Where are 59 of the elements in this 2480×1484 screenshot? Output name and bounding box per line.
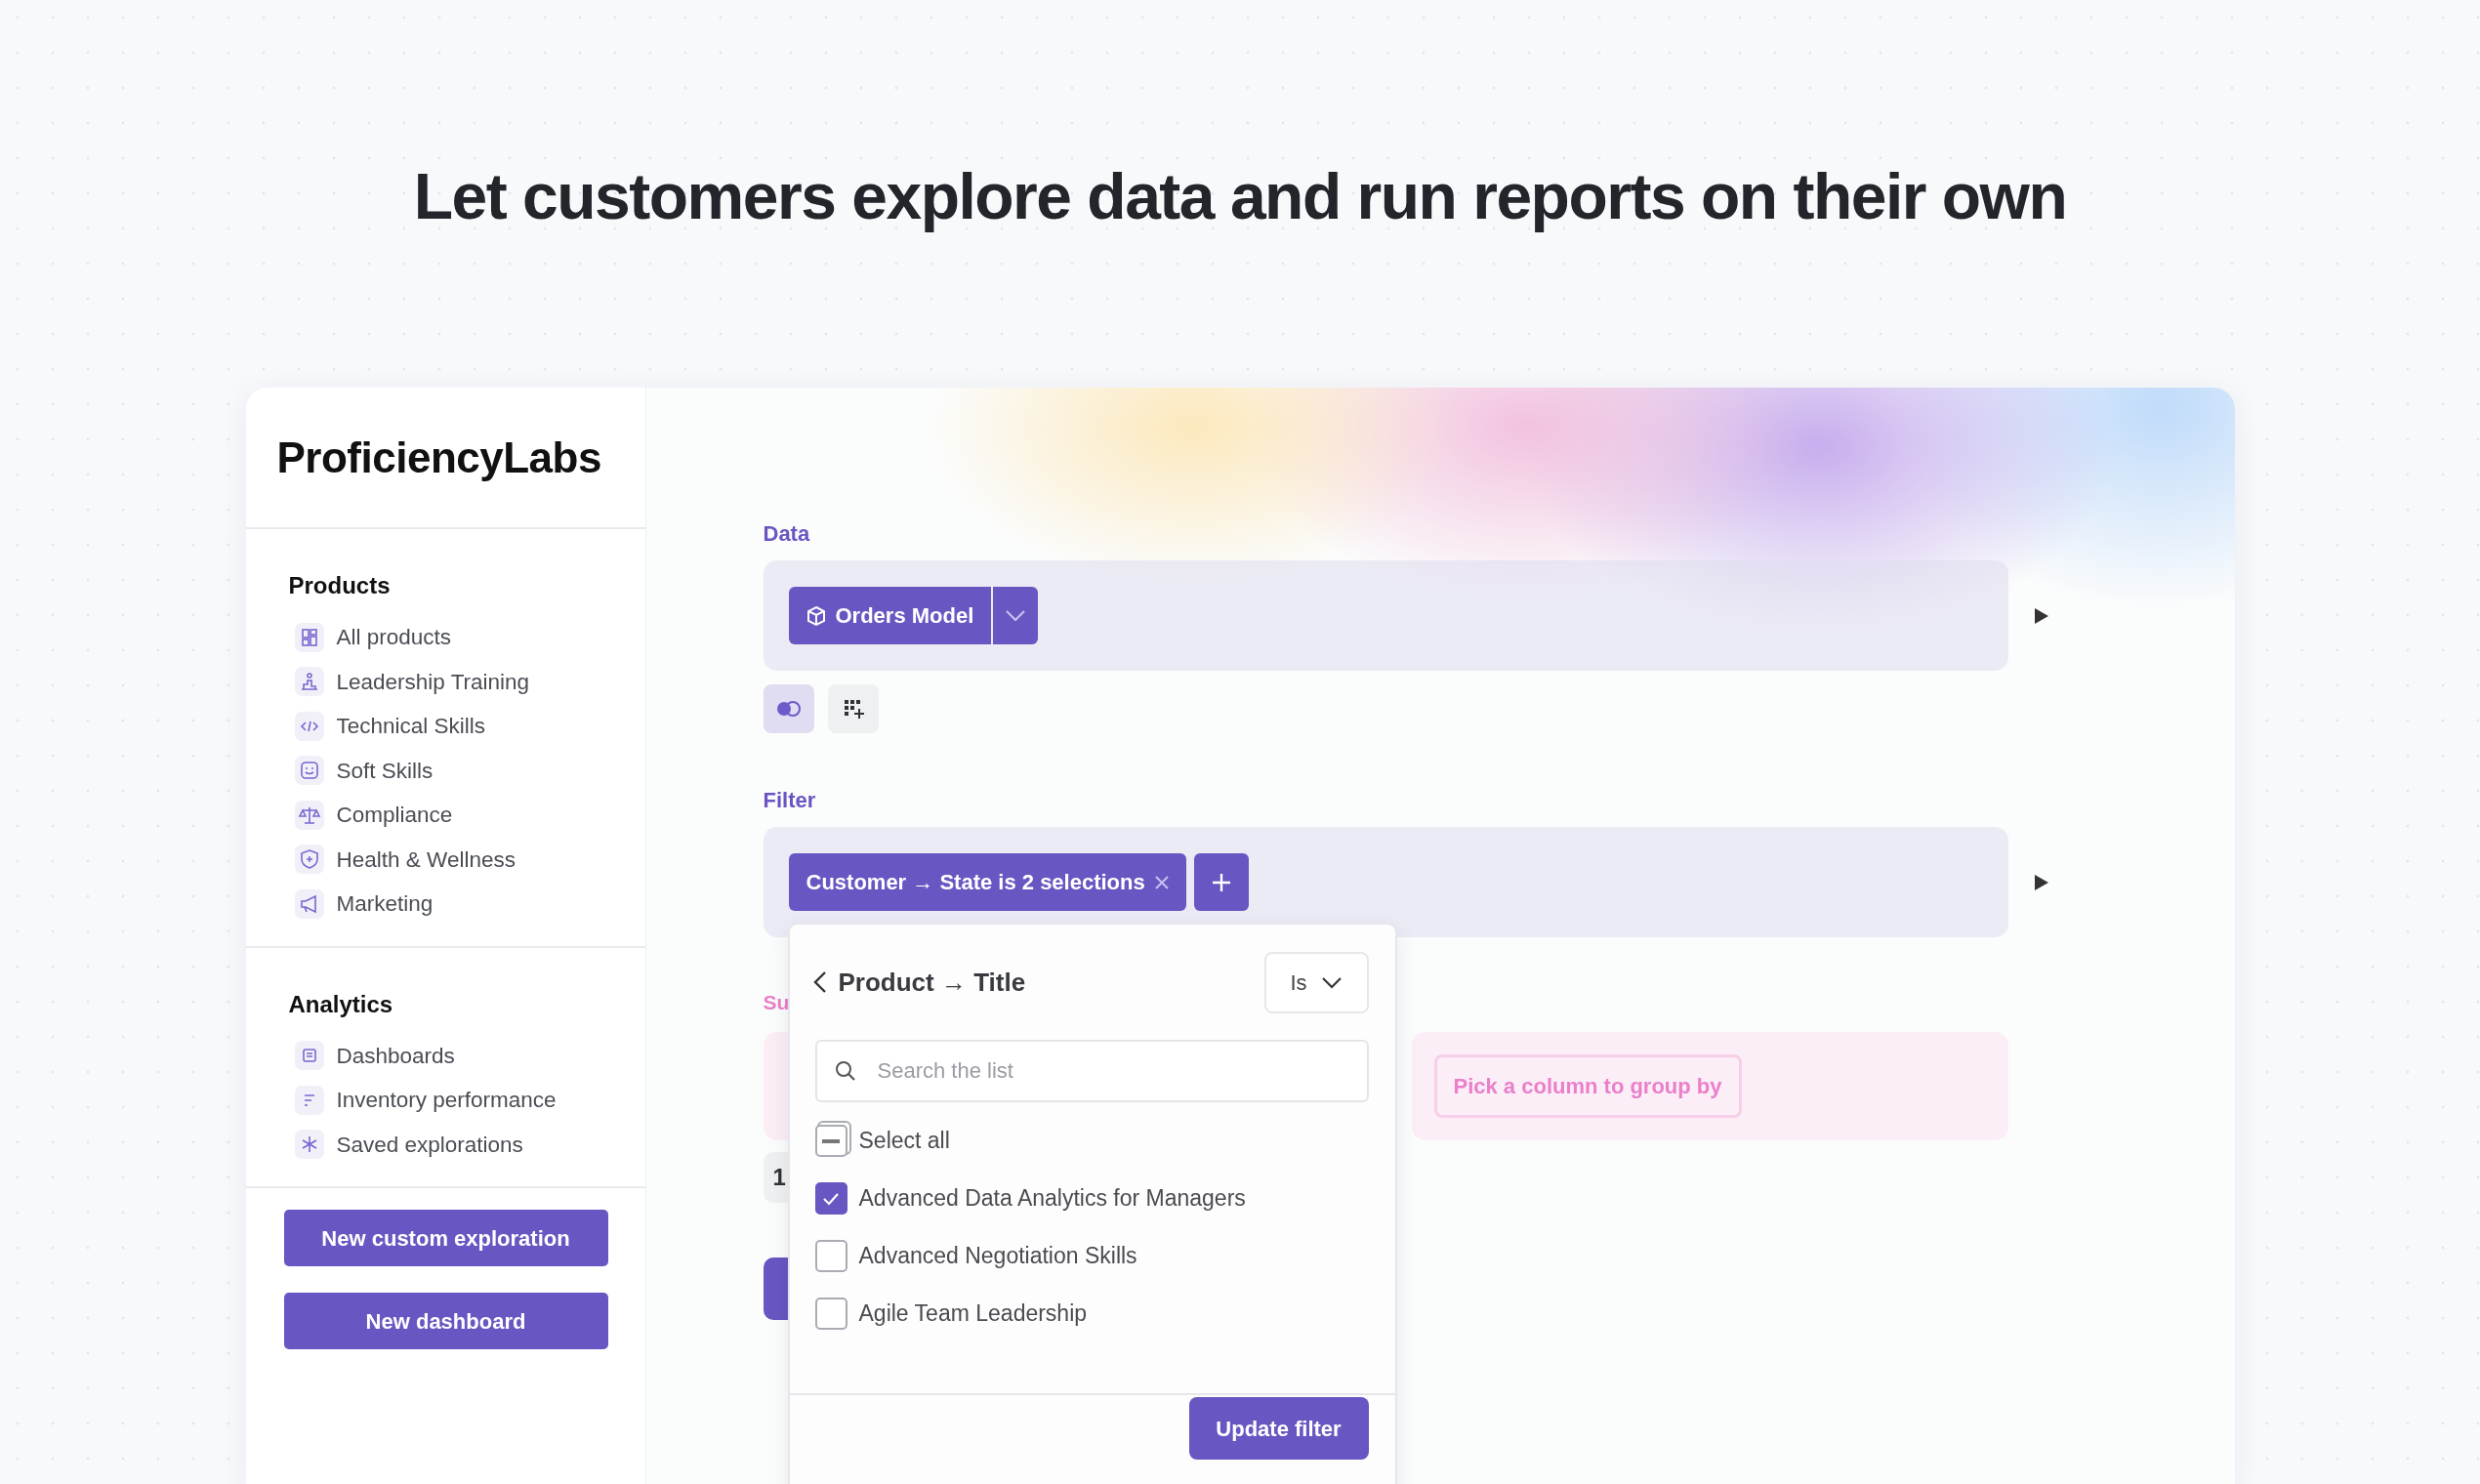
podium-icon — [294, 667, 324, 697]
checkbox-option[interactable]: Advanced Negotiation Skills — [814, 1227, 1370, 1286]
update-filter-button[interactable]: Update filter — [1188, 1397, 1369, 1461]
brand-logo: ProficiencyLabs — [276, 432, 601, 483]
operator-dropdown[interactable]: Is — [1263, 951, 1369, 1013]
shield-icon — [294, 845, 324, 875]
sidebar-item[interactable]: Compliance — [294, 793, 645, 838]
asterisk-icon — [294, 1130, 324, 1160]
back-icon[interactable] — [812, 970, 827, 995]
checkbox-option[interactable]: Agile Team Leadership — [814, 1285, 1370, 1343]
cube-icon — [806, 604, 826, 627]
sidebar-item[interactable]: Technical Skills — [294, 704, 645, 749]
dropdown-button[interactable] — [993, 587, 1039, 645]
search-field[interactable]: Search the list — [814, 1040, 1369, 1103]
chevron-down-icon — [1320, 975, 1343, 989]
section-heading: Analytics — [288, 989, 394, 1019]
smile-icon — [294, 756, 324, 786]
sidebar-item[interactable]: Health & Wellness — [294, 837, 645, 883]
play-icon[interactable] — [2033, 606, 2049, 625]
sidebar-item[interactable]: Dashboards — [294, 1033, 645, 1079]
checkbox[interactable] — [814, 1298, 847, 1331]
chevron-down-icon — [1005, 608, 1027, 623]
circles-icon — [774, 700, 803, 719]
data-source-button[interactable]: Orders Model — [788, 587, 992, 645]
sidebar-item[interactable]: Soft Skills — [294, 748, 645, 794]
headline: Let customers explore data and run reports on their own — [412, 159, 2068, 234]
checkbox[interactable] — [814, 1182, 847, 1216]
grid-plus-icon — [842, 698, 864, 721]
scale-icon — [294, 800, 324, 830]
close-icon[interactable] — [1154, 875, 1169, 889]
row-value: 1 — [772, 1163, 786, 1193]
sidebar-item[interactable]: Leadership Training — [294, 659, 645, 705]
plus-icon — [1210, 871, 1232, 893]
join-toggle[interactable] — [763, 684, 814, 734]
grid-icon — [294, 622, 324, 652]
check-icon — [822, 1191, 840, 1206]
sidebar-item[interactable]: All products — [294, 615, 645, 660]
section-label: Filter — [763, 788, 817, 814]
checkbox-option[interactable]: Advanced Data Analytics for Managers — [814, 1170, 1370, 1228]
megaphone-icon — [294, 888, 324, 919]
add-column-toggle[interactable] — [827, 684, 879, 734]
add-filter-button[interactable] — [1193, 853, 1249, 912]
code-icon — [294, 711, 324, 741]
sidebar-item[interactable]: Marketing — [294, 882, 645, 927]
checkbox-option[interactable]: Select all — [814, 1112, 1370, 1171]
dash-icon — [822, 1138, 840, 1143]
bars-icon — [294, 1085, 324, 1115]
play-icon[interactable] — [2033, 873, 2049, 891]
checkbox[interactable] — [814, 1240, 847, 1273]
sidebar-item[interactable]: Inventory performance — [294, 1078, 645, 1123]
filter-chip[interactable]: Customer → State is 2 selections — [788, 853, 1186, 912]
popup-title: Product → Title — [838, 966, 1026, 999]
section-label: Data — [763, 521, 811, 548]
section-label: Su — [763, 990, 791, 1016]
sidebar-button[interactable]: New custom exploration — [283, 1210, 608, 1267]
list-icon — [294, 1041, 324, 1071]
sidebar-button[interactable]: New dashboard — [283, 1293, 608, 1350]
sidebar-item[interactable]: Saved explorations — [294, 1122, 645, 1168]
section-heading: Products — [288, 571, 392, 601]
